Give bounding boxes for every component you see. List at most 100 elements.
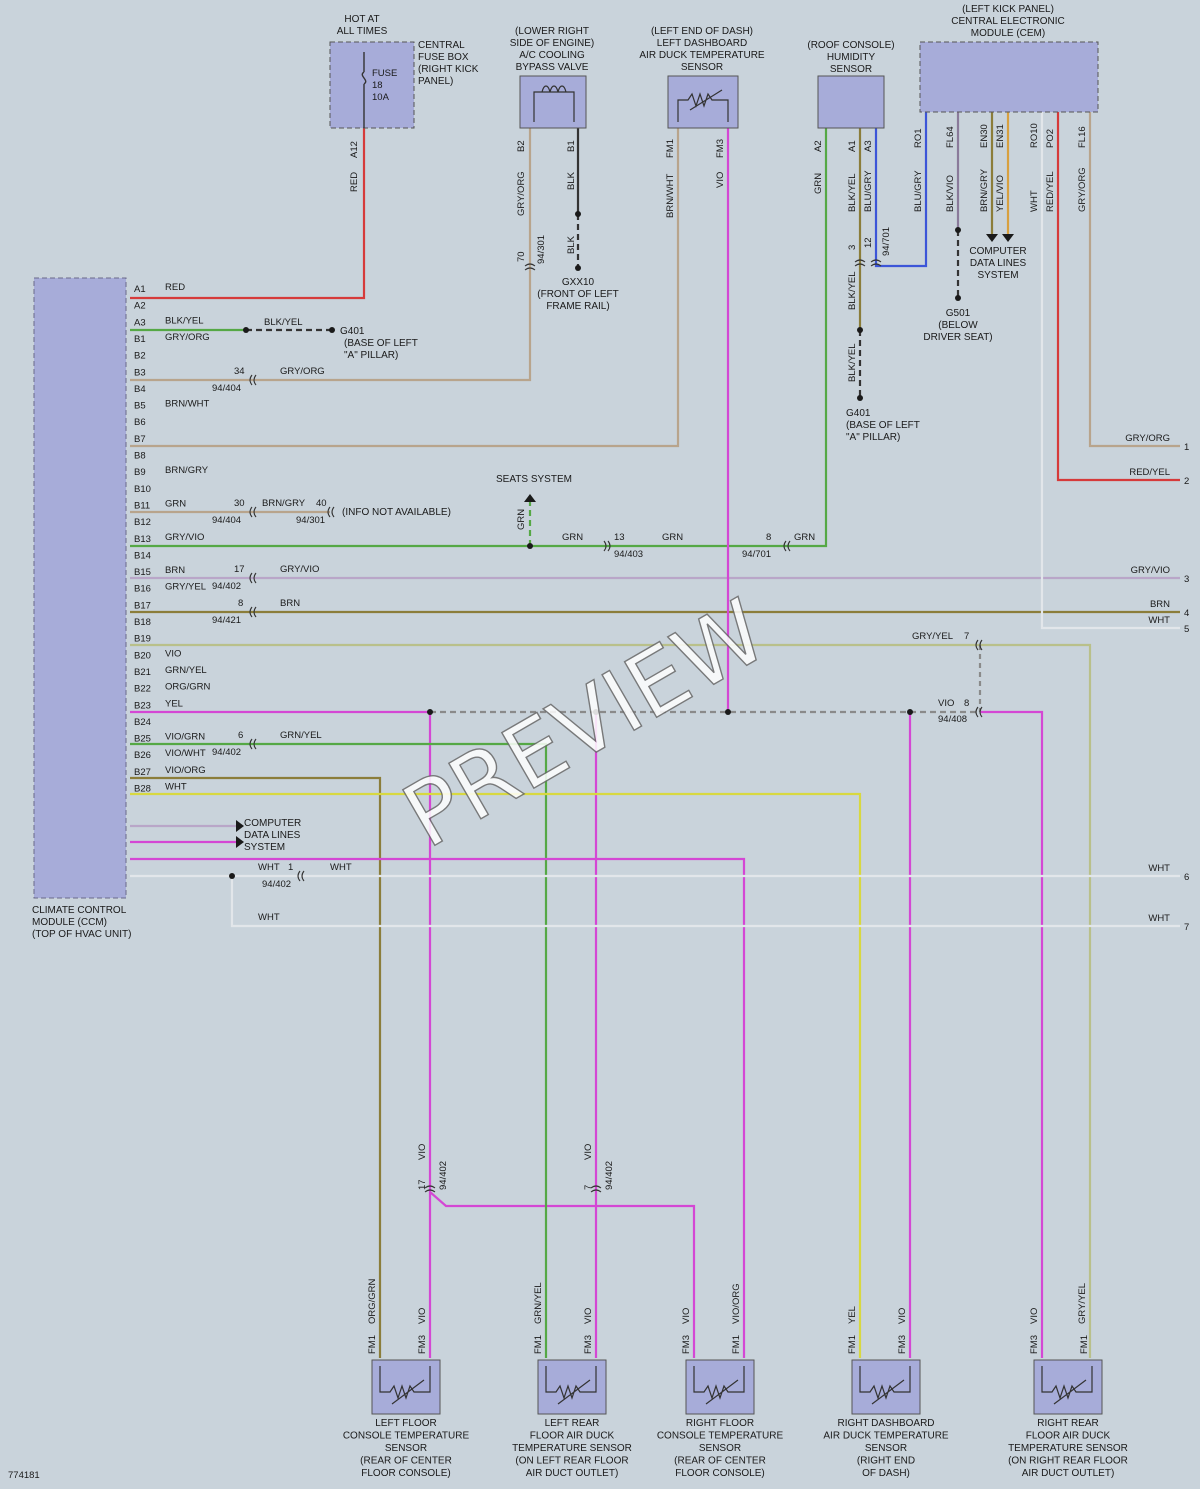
ground-title: G401 <box>846 408 871 419</box>
ccm-pin-b8: B8 <box>134 451 146 462</box>
right-edge-wire-label: BRN <box>1150 599 1170 610</box>
connector-num: 12 <box>863 237 874 248</box>
sensor-title-line: (ON LEFT REAR FLOOR <box>515 1456 628 1467</box>
sensor-pin: FM3 <box>681 1335 692 1354</box>
cem-title: CENTRAL ELECTRONIC <box>951 16 1065 27</box>
right-edge-num: 7 <box>1184 922 1189 933</box>
wire-vio-right-floor <box>429 1191 696 1358</box>
wire-brn-wht <box>130 128 680 448</box>
data-lines-title: DATA LINES <box>970 258 1027 269</box>
ccm-pin-b13: B13 <box>134 534 151 545</box>
sensor-title-line: RIGHT DASHBOARD <box>837 1418 934 1429</box>
splice-dot <box>725 709 731 715</box>
data-lines-title: COMPUTER <box>969 246 1026 257</box>
wire-red <box>130 128 366 300</box>
cem-wire-label: GRY/ORG <box>1077 167 1088 212</box>
arrow-up-icon <box>524 494 536 502</box>
wire-label: BLU/GRY <box>863 170 874 212</box>
sensor-pin: FM3 <box>417 1335 428 1354</box>
ccm-pin-wire-label: ORG/GRN <box>165 682 211 693</box>
ground-icon <box>329 327 335 333</box>
wire-wht-b28-branch <box>230 876 1180 928</box>
wiring-diagram: A1 RED A2 A3 BLK/YEL B1 GRY/ORG B2 B3 B4 B5 BRN/WHT… <box>0 0 1200 1489</box>
fuse-hot-label: ALL TIMES <box>337 26 388 37</box>
splice-dot <box>955 227 961 233</box>
connector-num: 40 <box>316 498 327 509</box>
wire-label: GRY/VIO <box>280 564 319 575</box>
ccm-title-line: CLIMATE CONTROL <box>32 905 127 916</box>
wire-label: VIO <box>681 1308 692 1324</box>
data-lines-title: SYSTEM <box>244 842 285 853</box>
cem-pin-po2: PO2 <box>1045 129 1056 148</box>
ground-title: (BELOW <box>938 320 978 331</box>
sensor-title-line: SENSOR <box>385 1443 427 1454</box>
connector-id: 94/701 <box>881 227 892 256</box>
connector-id: 94/402 <box>262 879 291 890</box>
ccm-pin-wire-label: BRN/GRY <box>165 465 209 476</box>
sensor-title-line: AIR DUCT OUTLET) <box>526 1468 619 1479</box>
sensor-title-line: AIR DUCK TEMPERATURE <box>823 1431 949 1442</box>
ccm-pin-b5: B5 <box>134 401 146 412</box>
ccm-pin-a3: A3 <box>134 317 146 328</box>
fuse-pin: A12 <box>349 141 360 158</box>
bypass-valve <box>519 75 587 129</box>
ground-title: DRIVER SEAT) <box>923 332 992 343</box>
wire-grn <box>130 128 828 548</box>
cem-wire-label: BRN/GRY <box>979 168 990 212</box>
ccm-pin-b6: B6 <box>134 417 146 428</box>
wire-label: ORG/GRN <box>367 1278 378 1324</box>
sensor-title-line: TEMPERATURE SENSOR <box>512 1443 632 1454</box>
ccm-pin-b17: B17 <box>134 600 151 611</box>
left-dash-sensor-title: LEFT DASHBOARD <box>657 38 747 49</box>
left-dash-sensor-title: AIR DUCK TEMPERATURE <box>639 50 765 61</box>
wire-label: VIO <box>1029 1308 1040 1324</box>
connector-num: 7 <box>583 1185 594 1190</box>
connector-num: 6 <box>238 730 243 741</box>
bypass-valve-title: A/C COOLING <box>519 50 585 61</box>
sensor-pin: FM1 <box>665 139 676 158</box>
seats-system-label: SEATS SYSTEM <box>496 474 572 485</box>
connector-id: 94/402 <box>212 581 241 592</box>
wire-label: VIO/ORG <box>731 1283 742 1324</box>
sensor-pin: FM3 <box>715 139 726 158</box>
ccm-pin-wire-label: GRN/YEL <box>165 665 207 676</box>
right-edge-num: 1 <box>1184 442 1189 453</box>
ccm-pin-wire-label: VIO/ORG <box>165 765 206 776</box>
humidity-sensor <box>817 75 885 129</box>
wire-label: BLK <box>566 235 577 254</box>
ccm-pin-b15: B15 <box>134 567 151 578</box>
right-edge-wire-label: RED/YEL <box>1129 467 1170 478</box>
arrow-right-icon <box>236 836 244 848</box>
wire-label: VIO <box>897 1308 908 1324</box>
ccm-pin-b9: B9 <box>134 467 146 478</box>
sensor-title-line: CONSOLE TEMPERATURE <box>657 1431 784 1442</box>
connector-id: 94/408 <box>938 714 967 725</box>
connector-id: 94/404 <box>212 383 241 394</box>
wire-label: WHT <box>330 862 352 873</box>
bypass-valve-title: (LOWER RIGHT <box>515 26 589 37</box>
connector-id: 94/403 <box>614 549 643 560</box>
wire-label: BRN/GRY <box>262 498 306 509</box>
valve-pin: B1 <box>566 140 577 152</box>
ccm-pin-b2: B2 <box>134 351 146 362</box>
connector-num: 30 <box>234 498 245 509</box>
wire-label: VIO <box>715 172 726 188</box>
cem-pin-en31: EN31 <box>995 124 1006 148</box>
valve-pin: B2 <box>516 140 527 152</box>
ccm-pin-b10: B10 <box>134 484 151 495</box>
info-label: (INFO NOT AVAILABLE) <box>342 507 451 518</box>
ccm-body <box>33 277 127 899</box>
sensor-pin: A2 <box>813 140 824 152</box>
humidity-sensor-title: SENSOR <box>830 64 872 75</box>
connector-id: 94/402 <box>438 1161 449 1190</box>
ccm-pin-wire-label: RED <box>165 282 185 293</box>
ground-title: FRAME RAIL) <box>546 301 609 312</box>
wire-label: WHT <box>258 862 280 873</box>
ccm-pin-wire-label: GRN <box>165 498 186 509</box>
sensor-pin: A1 <box>847 140 858 152</box>
wire-label: VIO <box>583 1308 594 1324</box>
wire-label: VIO <box>583 1144 594 1160</box>
wire-label: GRN <box>813 173 824 194</box>
fuse-label: FUSE <box>372 68 397 79</box>
sensor-title-line: RIGHT REAR <box>1037 1418 1099 1429</box>
